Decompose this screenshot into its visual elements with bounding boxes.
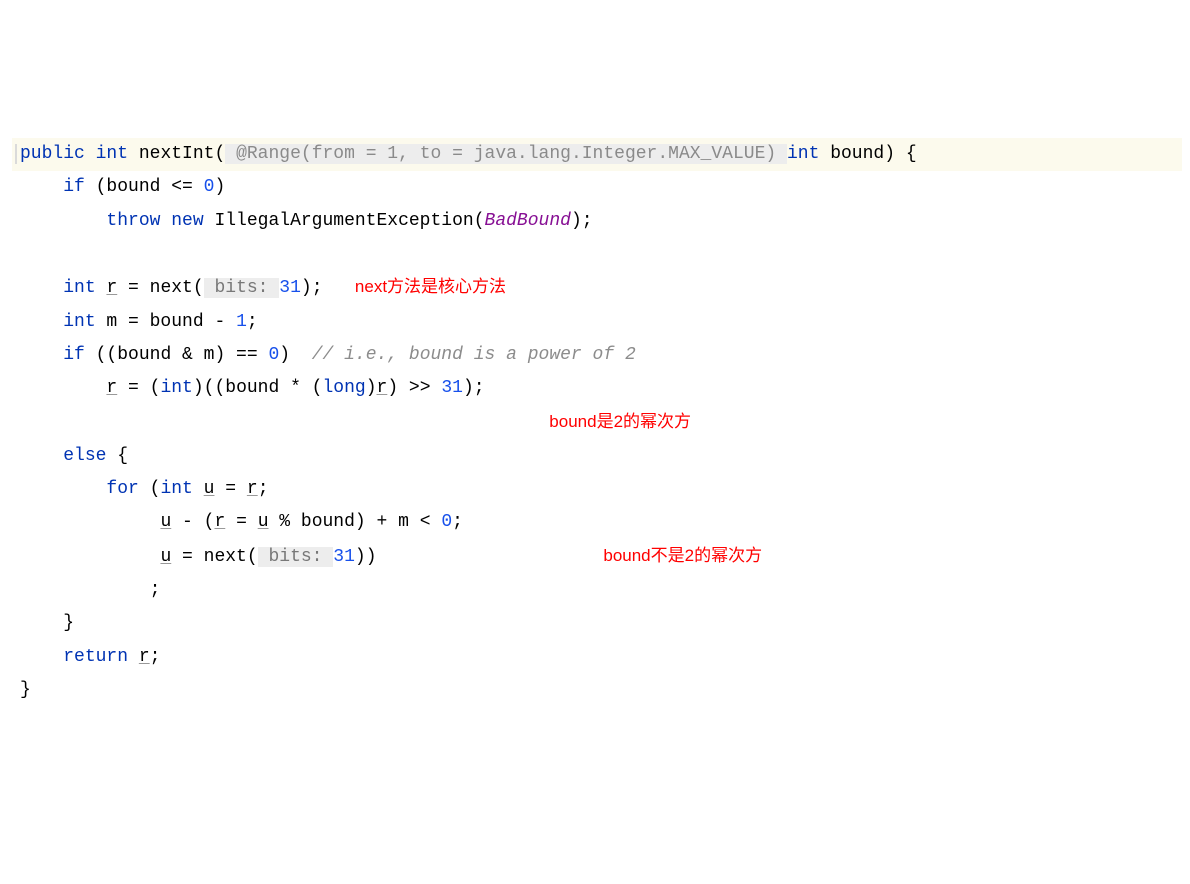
rparen-semi: ); <box>571 211 593 231</box>
var-u: u <box>204 479 215 499</box>
sp <box>128 647 139 667</box>
cast-long: long <box>322 378 365 398</box>
open-brace: { <box>895 144 917 164</box>
literal-1: 1 <box>236 312 247 332</box>
var-r: r <box>214 512 225 532</box>
rest3: ) <box>366 378 377 398</box>
semi: ; <box>247 312 258 332</box>
annotation-note-pow2: bound是2的幂次方 <box>549 412 691 431</box>
sp <box>193 479 204 499</box>
var-u: u <box>160 512 171 532</box>
keyword-return: return <box>63 647 128 667</box>
var-u2: u <box>258 512 269 532</box>
type-int: int <box>63 312 95 332</box>
eq-next: = next( <box>117 278 203 298</box>
var-r: r <box>247 479 258 499</box>
brace: { <box>106 446 128 466</box>
rest: m = bound - <box>96 312 236 332</box>
semi: ; <box>452 512 463 532</box>
rest1: = ( <box>117 378 160 398</box>
close: ) <box>279 345 311 365</box>
rest4: ) >> <box>387 378 441 398</box>
var-r: r <box>106 278 117 298</box>
literal-zero: 0 <box>204 177 215 197</box>
keyword-for: for <box>106 479 138 499</box>
lparen: ( <box>214 144 225 164</box>
rest2: % bound) + m < <box>269 512 442 532</box>
lparen: ( <box>474 211 485 231</box>
rest2: )((bound * ( <box>193 378 323 398</box>
method-signature-line: public int nextInt( @Range(from = 1, to … <box>12 138 1182 171</box>
annotation-note-next: next方法是核心方法 <box>355 277 506 296</box>
cond: ((bound & m) == <box>85 345 269 365</box>
close-brace: } <box>63 613 74 633</box>
close: )) <box>355 547 377 567</box>
method-close-brace: } <box>20 680 31 700</box>
field-badbound: BadBound <box>485 211 571 231</box>
literal-31: 31 <box>333 547 355 567</box>
semi-only: ; <box>150 580 161 600</box>
var-u: u <box>160 547 171 567</box>
var-r: r <box>139 647 150 667</box>
semi: ; <box>258 479 269 499</box>
keyword-new: new <box>160 211 214 231</box>
literal-31: 31 <box>279 278 301 298</box>
literal-31: 31 <box>441 378 463 398</box>
close-paren: ) <box>214 177 225 197</box>
rparen: ) <box>884 144 895 164</box>
keyword-if: if <box>63 177 85 197</box>
keyword-int: int <box>96 144 128 164</box>
literal-zero: 0 <box>441 512 452 532</box>
type-int: int <box>63 278 95 298</box>
cast-int: int <box>160 378 192 398</box>
type-int: int <box>160 479 192 499</box>
close: ); <box>301 278 323 298</box>
range-annotation: @Range(from = 1, to = java.lang.Integer.… <box>225 144 787 164</box>
eq: = <box>214 479 246 499</box>
annotation-note-not-pow2: bound不是2的幂次方 <box>603 546 762 565</box>
rest1: - ( <box>171 512 214 532</box>
cond-text: (bound <= <box>85 177 204 197</box>
method-name: nextInt <box>139 144 215 164</box>
var-r2: r <box>377 378 388 398</box>
keyword-public: public <box>20 144 85 164</box>
param-name: bound <box>819 144 884 164</box>
code-block: public int nextInt( @Range(from = 1, to … <box>20 138 1190 707</box>
literal-zero: 0 <box>268 345 279 365</box>
semi: ; <box>150 647 161 667</box>
var-r: r <box>106 378 117 398</box>
lparen: ( <box>139 479 161 499</box>
comment-power-of-2: // i.e., bound is a power of 2 <box>312 345 636 365</box>
close: ); <box>463 378 485 398</box>
param-hint-bits: bits: <box>258 547 334 567</box>
keyword-if: if <box>63 345 85 365</box>
param-type: int <box>787 144 819 164</box>
exception-class: IllegalArgumentException <box>214 211 473 231</box>
eq: = next( <box>171 547 257 567</box>
keyword-else: else <box>63 446 106 466</box>
eq: = <box>225 512 257 532</box>
keyword-throw: throw <box>106 211 160 231</box>
param-hint-bits: bits: <box>204 278 280 298</box>
